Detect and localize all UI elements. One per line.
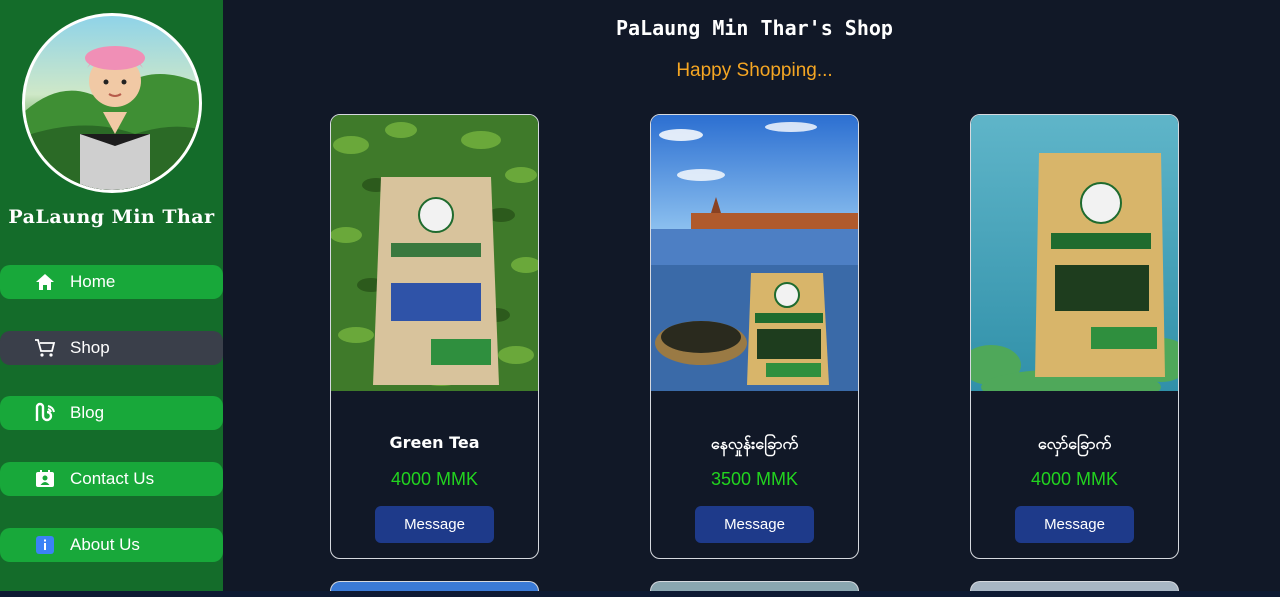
product-name: လှော်ခြောက် [1037,434,1112,453]
product-name: Green Tea [389,433,480,452]
sidebar-item-label: Blog [70,403,105,422]
product-image [331,115,538,391]
contact-icon [34,468,56,490]
sidebar-item-label: Shop [70,338,110,357]
product-price: 4000 MMK [390,469,479,489]
bottom-edge [0,591,1280,597]
message-button[interactable]: Message [1015,506,1134,543]
message-button[interactable]: Message [375,506,494,543]
sidebar-item-about[interactable]: About Us [0,528,223,562]
logo-avatar [22,13,202,193]
message-button[interactable]: Message [695,506,814,543]
sidebar: PaLaung Min Thar Home Shop Blog Contact … [0,0,223,597]
product-card: Green Tea 4000 MMK Message [330,114,539,559]
sidebar-item-home[interactable]: Home [0,265,223,299]
product-image [651,115,858,391]
sidebar-item-label: About Us [70,535,140,554]
product-name: နေလှုန်းခြောက် [710,434,799,453]
product-price: 3500 MMK [710,469,799,489]
sidebar-item-blog[interactable]: Blog [0,396,223,430]
page-tagline: Happy Shopping... [676,60,833,81]
brand-name: PaLaung Min Thar [8,206,215,228]
page-title: PaLaung Min Thar's Shop [616,16,893,40]
blog-icon [34,402,56,424]
product-image [971,115,1178,391]
cart-icon [34,337,56,359]
product-card: လှော်ခြောက် 4000 MMK Message [970,114,1179,559]
sidebar-item-shop[interactable]: Shop [0,331,223,365]
product-card: နေလှုန်းခြောက် 3500 MMK Message [650,114,859,559]
home-icon [34,271,56,293]
sidebar-item-label: Home [70,272,116,291]
info-icon [34,534,56,556]
product-price: 4000 MMK [1030,469,1119,489]
sidebar-item-contact[interactable]: Contact Us [0,462,223,496]
sidebar-item-label: Contact Us [70,469,155,488]
